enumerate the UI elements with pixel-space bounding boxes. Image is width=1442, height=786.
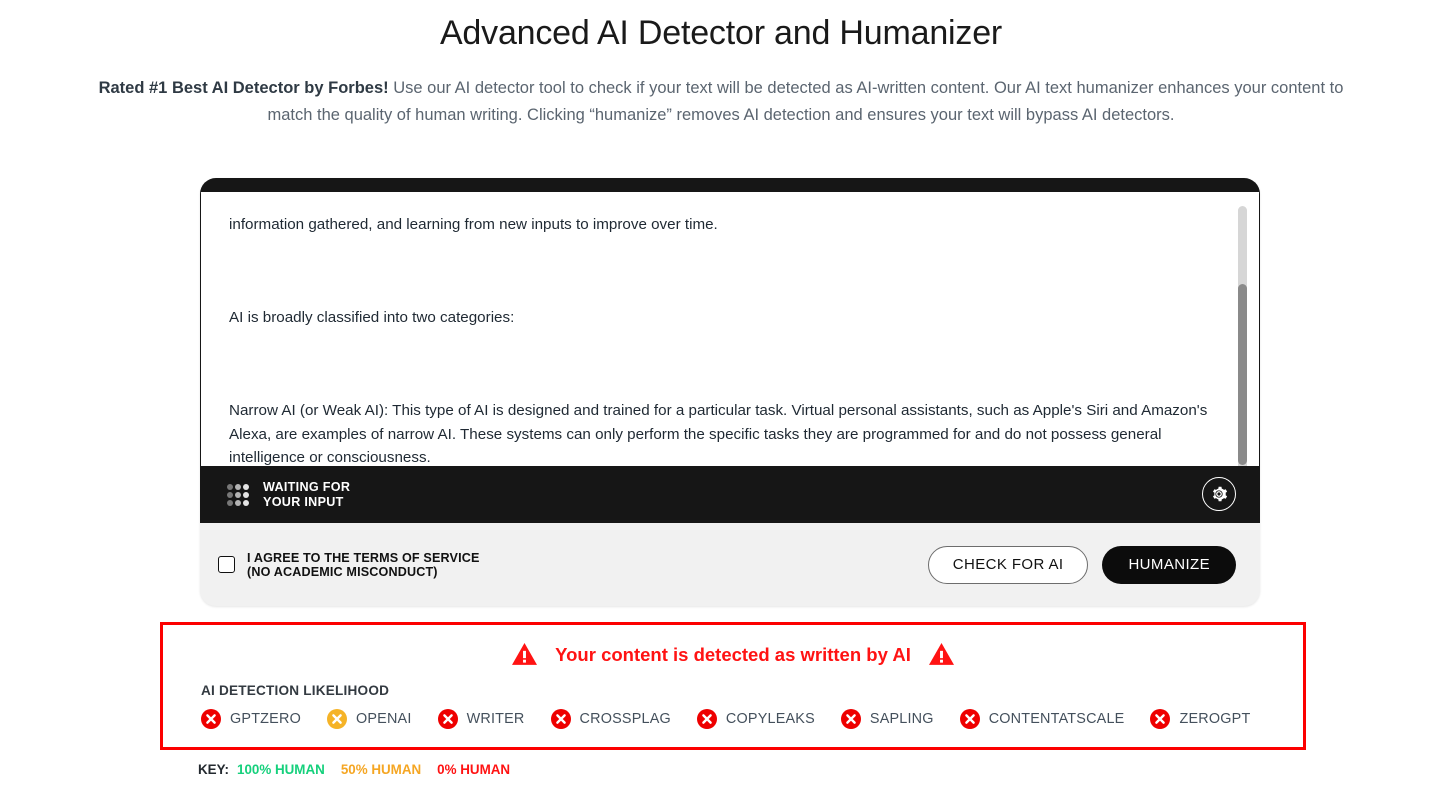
editor-content[interactable]: information gathered, and learning from … [229, 192, 1229, 466]
detector-name: CROSSPLAG [579, 711, 671, 727]
x-circle-icon [201, 709, 221, 729]
status-line-1: WAITING FOR [263, 480, 351, 494]
detector-item: GPTZERO [201, 709, 301, 729]
detector-item: COPYLEAKS [696, 709, 815, 729]
key-50-human: 50% HUMAN [340, 762, 422, 777]
detection-results-panel: Your content is detected as written by A… [160, 622, 1306, 750]
key-label: KEY: [198, 762, 229, 777]
detector-name: GPTZERO [230, 711, 301, 727]
humanize-button[interactable]: HUMANIZE [1102, 545, 1236, 584]
x-circle-icon [959, 709, 980, 729]
key-100-human: 100% HUMAN [237, 762, 325, 777]
warning-triangle-icon [512, 643, 538, 665]
dot-grid-icon [227, 483, 249, 506]
detector-item: SAPLING [840, 709, 934, 729]
editor-scrollbar[interactable] [1238, 206, 1247, 466]
button-group: CHECK FOR AI HUMANIZE [927, 545, 1236, 584]
text-editor[interactable]: information gathered, and learning from … [201, 192, 1259, 466]
detector-item: ZEROGPT [1150, 709, 1250, 729]
terms-label: I AGREE TO THE TERMS OF SERVICE (NO ACAD… [247, 551, 480, 579]
x-circle-icon [696, 709, 717, 729]
editor-frame: information gathered, and learning from … [200, 178, 1260, 523]
detection-alert-text: Your content is detected as written by A… [555, 643, 911, 665]
legend-key: KEY: 100% HUMAN 50% HUMAN 0% HUMAN [198, 762, 510, 777]
status-line-2: YOUR INPUT [263, 494, 344, 509]
detector-name: ZEROGPT [1179, 711, 1251, 727]
x-circle-icon [326, 709, 347, 729]
gear-icon [1212, 486, 1228, 502]
page-root: Advanced AI Detector and Humanizer Rated… [0, 0, 1442, 786]
key-0-human: 0% HUMAN [437, 762, 511, 777]
detector-name: OPENAI [355, 711, 412, 727]
status-bar: WAITING FOR YOUR INPUT [200, 466, 1260, 523]
terms-line-1: I AGREE TO THE TERMS OF SERVICE [247, 550, 480, 565]
detector-name: COPYLEAKS [725, 711, 815, 727]
status-message: WAITING FOR YOUR INPUT [263, 480, 350, 509]
ai-detector-card: information gathered, and learning from … [200, 178, 1260, 606]
likelihood-title: AI DETECTION LIKELIHOOD [201, 683, 390, 698]
page-subtitle: Rated #1 Best AI Detector by Forbes! Use… [76, 75, 1366, 129]
page-title: Advanced AI Detector and Humanizer [439, 14, 1003, 52]
subtitle-highlight: Rated #1 Best AI Detector by Forbes! [98, 79, 389, 97]
x-circle-icon [550, 709, 571, 729]
check-for-ai-button[interactable]: CHECK FOR AI [927, 545, 1089, 584]
terms-line-2: (NO ACADEMIC MISCONDUCT) [247, 564, 438, 579]
x-circle-icon [1150, 709, 1171, 729]
warning-triangle-icon [928, 643, 954, 665]
detector-item: CROSSPLAG [550, 709, 671, 729]
subtitle-body: Use our AI detector tool to check if you… [267, 79, 1344, 124]
editor-paragraph: AI is broadly classified into two catego… [229, 309, 515, 327]
detection-alert: Your content is detected as written by A… [163, 643, 1303, 666]
detector-item: WRITER [437, 709, 525, 729]
settings-button[interactable] [1202, 477, 1236, 511]
detector-item: OPENAI [326, 709, 412, 729]
terms-checkbox[interactable] [218, 556, 235, 573]
detector-name: SAPLING [869, 711, 934, 727]
editor-paragraph: information gathered, and learning from … [229, 215, 718, 233]
scrollbar-thumb[interactable] [1238, 284, 1247, 465]
x-circle-icon [437, 709, 458, 729]
x-circle-icon [840, 709, 861, 729]
detector-list: GPTZERO OPENAI WRITER CROSSPLAG COPYLEAK… [201, 709, 1303, 729]
editor-paragraph: Narrow AI (or Weak AI): This type of AI … [229, 402, 1211, 466]
detector-name: WRITER [466, 711, 525, 727]
detector-name: CONTENTATSCALE [988, 711, 1125, 727]
detector-item: CONTENTATSCALE [959, 709, 1125, 729]
action-bar: I AGREE TO THE TERMS OF SERVICE (NO ACAD… [200, 523, 1260, 606]
terms-agreement[interactable]: I AGREE TO THE TERMS OF SERVICE (NO ACAD… [218, 551, 480, 579]
